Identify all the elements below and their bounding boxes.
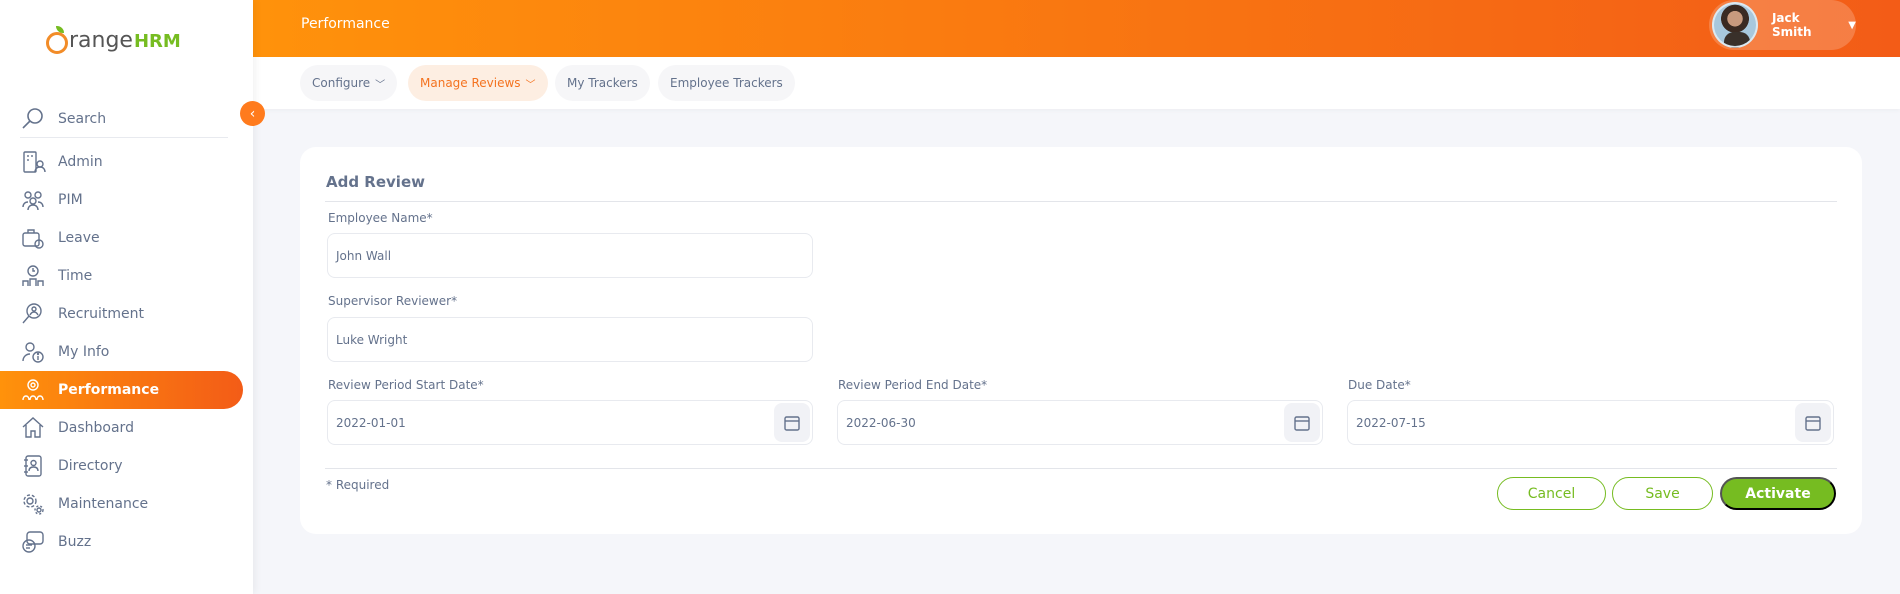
supervisor-reviewer-input[interactable]: Luke Wright: [327, 317, 813, 362]
sidebar-item-myinfo[interactable]: My Info: [0, 333, 243, 371]
sidebar-item-label: Recruitment: [58, 306, 145, 322]
tab-label: Configure: [312, 76, 371, 90]
sidebar: range HRM Search Admin PIM Leave Time Re…: [0, 0, 253, 594]
user-dropdown[interactable]: Jack Smith ▼: [1709, 0, 1856, 50]
avatar: [1712, 2, 1758, 48]
end-date-value: 2022-06-30: [846, 415, 916, 430]
sidebar-item-label: My Info: [58, 344, 110, 360]
sidebar-item-label: Buzz: [58, 534, 92, 550]
time-icon: [22, 265, 44, 286]
divider: [325, 468, 1837, 469]
sidebar-item-directory[interactable]: Directory: [0, 447, 243, 485]
admin-icon: [23, 151, 46, 173]
sidebar-menu: Admin PIM Leave Time Recruitment My Info…: [0, 143, 253, 561]
sidebar-item-leave[interactable]: Leave: [0, 219, 243, 257]
tab-configure[interactable]: Configure ﹀: [300, 65, 398, 101]
start-date-value: 2022-01-01: [336, 415, 406, 430]
sidebar-item-buzz[interactable]: Buzz: [0, 523, 243, 561]
sidebar-item-label: Directory: [58, 458, 123, 474]
end-date-label: Review Period End Date*: [838, 378, 988, 392]
sidebar-item-dashboard[interactable]: Dashboard: [0, 409, 243, 447]
user-name: Jack Smith: [1771, 11, 1812, 39]
directory-icon: [24, 455, 42, 477]
tab-label: Manage Reviews: [420, 76, 521, 90]
divider: [325, 201, 1837, 202]
chevron-down-icon: ﹀: [525, 79, 536, 91]
sidebar-item-label: Leave: [58, 230, 100, 246]
sidebar-item-recruitment[interactable]: Recruitment: [0, 295, 243, 333]
topbar: Performance Jack Smith ▼: [253, 0, 1900, 57]
employee-name-value: John Wall: [336, 248, 392, 263]
employee-name-input[interactable]: John Wall: [327, 233, 813, 278]
sidebar-collapse-button[interactable]: ‹: [240, 101, 265, 126]
sidebar-search-label: Search: [58, 110, 107, 127]
maintenance-icon: [23, 494, 44, 515]
myinfo-icon: [22, 342, 44, 363]
tab-my-trackers[interactable]: My Trackers: [555, 65, 650, 101]
leave-icon: [22, 229, 44, 249]
sidebar-item-label: Performance: [58, 382, 160, 398]
due-date-value: 2022-07-15: [1356, 415, 1426, 430]
start-date-label: Review Period Start Date*: [328, 378, 484, 392]
page-title: Performance: [301, 16, 390, 32]
start-date-input[interactable]: 2022-01-01: [327, 400, 813, 445]
supervisor-reviewer-label: Supervisor Reviewer*: [328, 294, 458, 308]
calendar-icon[interactable]: [1795, 403, 1831, 442]
tab-label: Employee Trackers: [670, 76, 783, 90]
sidebar-item-label: Maintenance: [58, 496, 149, 512]
sidebar-search[interactable]: Search: [20, 100, 228, 138]
dashboard-icon: [22, 417, 44, 438]
sidebar-item-label: Time: [58, 268, 93, 284]
recruitment-icon: [22, 303, 42, 324]
calendar-icon[interactable]: [1284, 403, 1320, 442]
required-note: * Required: [326, 478, 390, 492]
search-icon: [22, 107, 43, 129]
sidebar-item-label: Dashboard: [58, 420, 134, 436]
form-title: Add Review: [326, 173, 425, 191]
add-review-card: Add Review Employee Name* John Wall Supe…: [300, 147, 1862, 534]
activate-button[interactable]: Activate: [1720, 477, 1836, 510]
chevron-left-icon: ‹: [249, 105, 256, 122]
top-subnav: Configure ﹀ Manage Reviews ﹀ My Trackers…: [253, 57, 1900, 109]
calendar-icon[interactable]: [774, 403, 810, 442]
caret-down-icon: ▼: [1848, 19, 1856, 31]
supervisor-reviewer-value: Luke Wright: [336, 332, 408, 347]
performance-icon: [22, 379, 44, 401]
sidebar-item-label: PIM: [58, 192, 83, 208]
end-date-input[interactable]: 2022-06-30: [837, 400, 1323, 445]
chevron-down-icon: ﹀: [375, 79, 386, 91]
tab-manage-reviews[interactable]: Manage Reviews ﹀: [408, 65, 548, 101]
tab-label: My Trackers: [567, 76, 638, 90]
due-date-label: Due Date*: [1348, 378, 1411, 392]
pim-icon: [22, 191, 44, 211]
sidebar-item-label: Admin: [58, 154, 103, 170]
due-date-input[interactable]: 2022-07-15: [1347, 400, 1834, 445]
employee-name-label: Employee Name*: [328, 211, 433, 225]
tab-employee-trackers[interactable]: Employee Trackers: [658, 65, 795, 101]
sidebar-item-maintenance[interactable]: Maintenance: [0, 485, 243, 523]
sidebar-item-pim[interactable]: PIM: [0, 181, 243, 219]
sidebar-item-performance[interactable]: Performance: [0, 371, 243, 409]
cancel-button[interactable]: Cancel: [1497, 477, 1606, 510]
sidebar-item-time[interactable]: Time: [0, 257, 243, 295]
buzz-icon: [22, 531, 44, 553]
orange-logo-icon: [46, 26, 68, 54]
brand-name-part2: HRM: [133, 31, 181, 52]
sidebar-item-admin[interactable]: Admin: [0, 143, 243, 181]
brand-logo[interactable]: range HRM: [46, 20, 181, 60]
save-button[interactable]: Save: [1612, 477, 1713, 510]
brand-name-part1: range: [69, 27, 133, 53]
